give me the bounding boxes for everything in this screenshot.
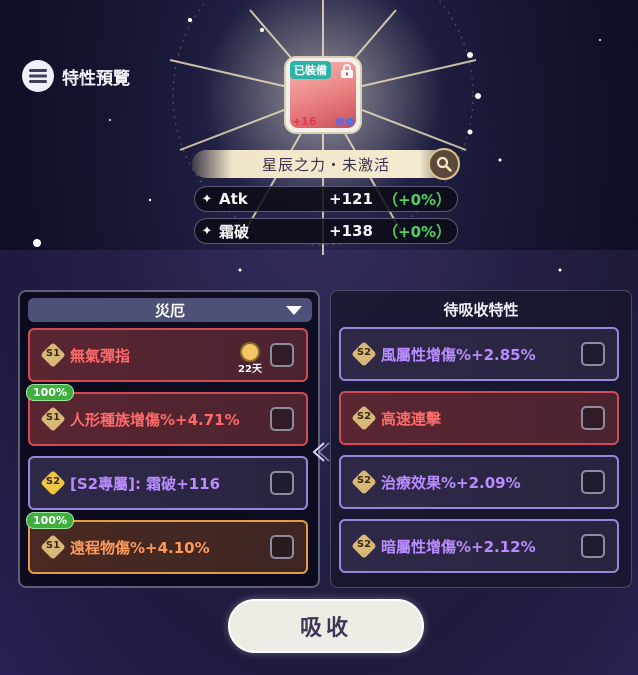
s1-badge-icon: S1 (40, 406, 66, 432)
pending-trait-item[interactable]: S2 治療效果%+2.09% (339, 455, 619, 509)
stat-row-atk: ✦ Atk +121 （+0%） (194, 186, 458, 212)
equipment-card[interactable]: 已裝備 +16 (284, 56, 362, 134)
absorb-button-label: 吸收 (299, 616, 352, 641)
trait-checkbox[interactable] (270, 471, 294, 495)
sparkle-icon: ✦ (201, 191, 213, 207)
calamity-dropdown[interactable]: 災厄 (28, 298, 312, 322)
rarity-dots (336, 118, 354, 126)
chevron-left-icon (312, 442, 330, 462)
trait-checkbox[interactable] (581, 342, 605, 366)
dropdown-label: 災厄 (154, 301, 185, 320)
trait-checkbox[interactable] (270, 343, 294, 367)
s2-badge-icon: S2 (351, 469, 377, 495)
trait-text: [S2專屬]: 霜破+116 (70, 474, 221, 493)
progress-badge: 100% (26, 384, 74, 401)
trait-item[interactable]: S1 無氣彈指 22天 (28, 328, 308, 382)
s2-badge-icon: S2 (351, 533, 377, 559)
s1-badge-icon: S1 (40, 534, 66, 560)
pending-trait-item[interactable]: S2 高速連擊 (339, 391, 619, 445)
trait-item[interactable]: S2 [S2專屬]: 霜破+116 (28, 456, 308, 510)
set-search-button[interactable] (428, 148, 460, 180)
trait-checkbox[interactable] (581, 534, 605, 558)
clock-icon (240, 342, 260, 362)
equipment-level: +16 (292, 115, 317, 128)
stat-row-frostbreak: ✦ 霜破 +138 （+0%） (194, 218, 458, 244)
trait-text: 人形種族增傷%+4.71% (70, 410, 240, 429)
stat-name: 霜破 (219, 222, 250, 241)
stat-value: +138 (329, 222, 373, 240)
trait-text: 治療效果%+2.09% (381, 473, 521, 492)
pending-trait-item[interactable]: S2 暗屬性增傷%+2.12% (339, 519, 619, 573)
stat-percent: （+0%） (383, 190, 452, 209)
timer-text: 22天 (238, 364, 262, 375)
chevron-down-icon (286, 306, 302, 315)
lock-icon (341, 64, 353, 78)
trait-item[interactable]: 100% S1 遠程物傷%+4.10% (26, 512, 308, 574)
stat-percent: （+0%） (383, 222, 452, 241)
progress-badge: 100% (26, 512, 74, 529)
current-traits-panel: 災厄 S1 無氣彈指 22天 100% S1 人形種族增傷%+4.71% S2 … (18, 290, 320, 588)
panel-title: 待吸收特性 (339, 297, 623, 321)
pending-trait-item[interactable]: S2 風屬性增傷%+2.85% (339, 327, 619, 381)
search-icon (436, 156, 452, 172)
trait-preview-label: 特性預覽 (62, 68, 130, 89)
trait-text: 高速連擊 (381, 409, 442, 428)
s2-badge-icon: S2 (351, 405, 377, 431)
trait-text: 遠程物傷%+4.10% (70, 538, 210, 557)
trait-text: 風屬性增傷%+2.85% (381, 345, 536, 364)
absorb-button[interactable]: 吸收 (228, 599, 424, 653)
stat-name: Atk (219, 190, 248, 208)
s2-badge-icon: S2 (40, 470, 66, 496)
trait-checkbox[interactable] (270, 535, 294, 559)
pending-traits-panel: 待吸收特性 S2 風屬性增傷%+2.85% S2 高速連擊 S2 治療效果%+2… (330, 290, 632, 588)
s2-badge-icon: S2 (351, 341, 377, 367)
s1-badge-icon: S1 (40, 342, 66, 368)
stat-value: +121 (329, 190, 373, 208)
trait-checkbox[interactable] (270, 407, 294, 431)
trait-checkbox[interactable] (581, 406, 605, 430)
trait-text: 暗屬性增傷%+2.12% (381, 537, 536, 556)
trait-item[interactable]: 100% S1 人形種族增傷%+4.71% (26, 384, 308, 446)
list-icon (22, 60, 54, 92)
sparkle-icon: ✦ (201, 223, 213, 239)
trait-preview-button[interactable]: 特性預覽 (22, 60, 130, 92)
trait-checkbox[interactable] (581, 470, 605, 494)
set-name-bar: 星辰之力・未激活 (192, 150, 460, 178)
timer-badge: 22天 (238, 342, 262, 375)
panel-title-text: 待吸收特性 (443, 300, 519, 319)
equipped-tag: 已裝備 (290, 61, 331, 79)
set-name: 星辰之力・未激活 (261, 155, 390, 174)
